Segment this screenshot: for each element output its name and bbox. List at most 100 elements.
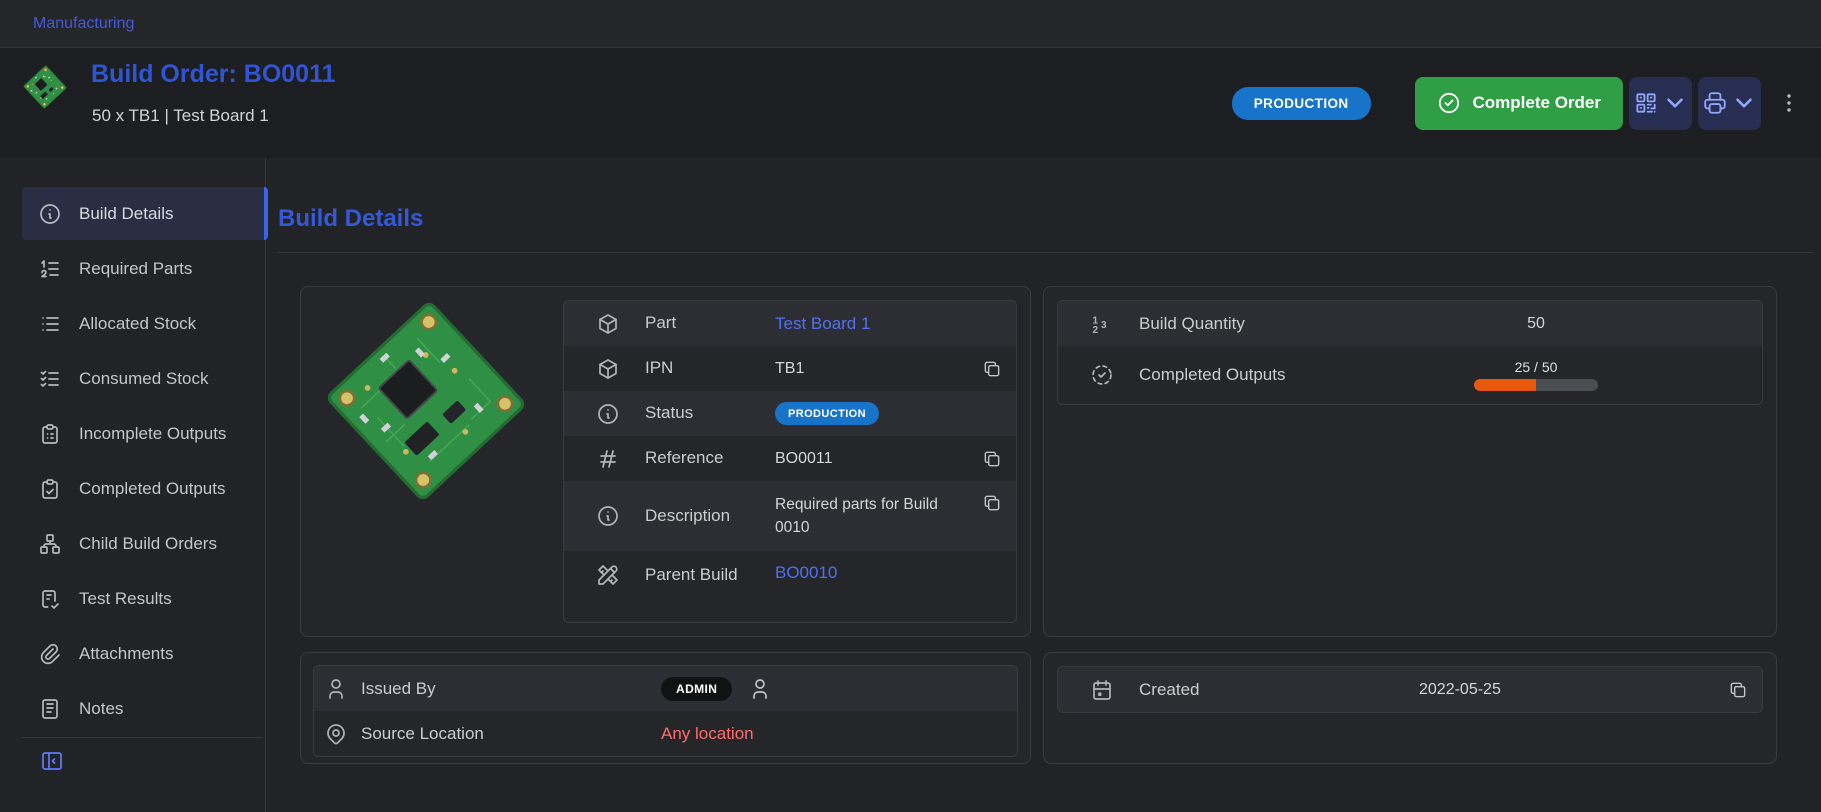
build-quantity-card: Build Quantity 50 Completed Outputs 25 /… — [1043, 286, 1777, 637]
copy-button[interactable] — [982, 493, 1002, 513]
sidebar-item-label: Completed Outputs — [79, 479, 225, 499]
detail-row-source-location: Source Location Any location — [314, 711, 1017, 756]
detail-row-ipn: IPN TB1 — [564, 346, 1016, 391]
sidebar-item-completed-outputs[interactable]: Completed Outputs — [22, 462, 268, 515]
main-panel: Build Details Part Test Board 1 — [266, 158, 1821, 812]
detail-label: Reference — [645, 446, 745, 471]
header-actions: PRODUCTION Complete Order — [1232, 48, 1801, 158]
progress-bar — [1474, 379, 1598, 391]
chevron-down-icon — [1731, 90, 1757, 116]
file-check-icon — [38, 587, 62, 611]
issued-by-value: ADMIN — [661, 677, 772, 701]
chevron-down-icon — [1662, 90, 1688, 116]
sidebar-item-attachments[interactable]: Attachments — [22, 627, 268, 680]
detail-row-build-quantity: Build Quantity 50 — [1058, 301, 1762, 346]
part-image[interactable] — [301, 287, 550, 636]
map-pin-icon — [324, 722, 348, 746]
issued-by-badge: ADMIN — [661, 677, 732, 701]
detail-label: Source Location — [361, 724, 601, 744]
detail-label: IPN — [645, 356, 745, 381]
sidebar-item-label: Build Details — [79, 204, 174, 224]
copy-icon — [982, 493, 1002, 513]
sidebar-divider — [22, 737, 263, 738]
complete-order-label: Complete Order — [1473, 93, 1601, 113]
detail-label: Part — [645, 311, 745, 336]
sidebar-item-consumed-stock[interactable]: Consumed Stock — [22, 352, 268, 405]
created-date-value: 2022-05-25 — [1419, 681, 1501, 699]
ipn-value: TB1 — [775, 360, 804, 378]
part-thumbnail[interactable] — [21, 63, 69, 111]
sidebar-item-allocated-stock[interactable]: Allocated Stock — [22, 297, 268, 350]
dots-vertical-icon — [1777, 91, 1801, 115]
list-numbers-icon — [38, 257, 62, 281]
clipboard-list-icon — [38, 422, 62, 446]
qr-code-icon — [1633, 90, 1659, 116]
sidebar-item-build-details[interactable]: Build Details — [22, 187, 268, 240]
copy-icon — [982, 359, 1002, 379]
print-actions-button[interactable] — [1698, 77, 1761, 130]
sidebar-item-incomplete-outputs[interactable]: Incomplete Outputs — [22, 407, 268, 460]
sidebar-item-label: Notes — [79, 699, 123, 719]
copy-icon — [1728, 680, 1748, 700]
sidebar-item-notes[interactable]: Notes — [22, 682, 268, 735]
circle-check-icon — [1437, 91, 1461, 115]
sidebar-item-required-parts[interactable]: Required Parts — [22, 242, 268, 295]
detail-row-reference: Reference BO0011 — [564, 436, 1016, 481]
sitemap-icon — [38, 532, 62, 556]
sidebar: Build Details Required Parts Allocated S… — [0, 158, 266, 812]
info-circle-icon — [596, 504, 620, 528]
detail-label: Parent Build — [645, 563, 745, 588]
part-link[interactable]: Test Board 1 — [775, 314, 870, 334]
part-details-table: Part Test Board 1 IPN TB1 Status — [563, 300, 1017, 623]
sidebar-item-label: Consumed Stock — [79, 369, 208, 389]
detail-row-status: Status PRODUCTION — [564, 391, 1016, 436]
detail-label: Issued By — [361, 679, 601, 699]
tools-icon — [596, 563, 620, 587]
sidebar-item-label: Incomplete Outputs — [79, 424, 226, 444]
copy-button[interactable] — [1728, 680, 1748, 700]
box-icon — [596, 312, 620, 336]
parent-build-link[interactable]: BO0010 — [775, 563, 837, 583]
hash-icon — [596, 447, 620, 471]
build-order-page: Manufacturing Build Order: BO0011 50 x T… — [0, 0, 1821, 812]
page-subtitle: 50 x TB1 | Test Board 1 — [92, 106, 269, 126]
sidebar-item-label: Child Build Orders — [79, 534, 217, 554]
detail-row-created: Created 2022-05-25 — [1058, 667, 1762, 712]
sidebar-item-label: Attachments — [79, 644, 174, 664]
order-status-badge: PRODUCTION — [1232, 87, 1371, 120]
issued-table: Issued By ADMIN Source Location Any loca… — [313, 665, 1018, 757]
info-circle-icon — [596, 402, 620, 426]
breadcrumb-manufacturing-link[interactable]: Manufacturing — [33, 15, 134, 33]
detail-row-description: Description Required parts for Build 001… — [564, 481, 1016, 551]
build-details-card: Part Test Board 1 IPN TB1 Status — [300, 286, 1031, 637]
created-table: Created 2022-05-25 — [1057, 666, 1763, 713]
complete-order-button[interactable]: Complete Order — [1415, 77, 1623, 130]
build-quantity-value: 50 — [1474, 315, 1598, 333]
more-actions-button[interactable] — [1777, 91, 1801, 115]
sidebar-item-test-results[interactable]: Test Results — [22, 572, 268, 625]
detail-row-part: Part Test Board 1 — [564, 301, 1016, 346]
paperclip-icon — [38, 642, 62, 666]
copy-button[interactable] — [982, 449, 1002, 469]
barcode-actions-button[interactable] — [1629, 77, 1692, 130]
copy-button[interactable] — [982, 359, 1002, 379]
detail-label: Completed Outputs — [1139, 365, 1379, 385]
created-card: Created 2022-05-25 — [1043, 652, 1777, 764]
reference-value: BO0011 — [775, 450, 833, 468]
user-icon — [748, 677, 772, 701]
clipboard-check-icon — [38, 477, 62, 501]
collapse-sidebar-button[interactable] — [40, 749, 64, 773]
sidebar-item-label: Allocated Stock — [79, 314, 196, 334]
detail-label: Created — [1139, 680, 1379, 700]
copy-icon — [982, 449, 1002, 469]
detail-label: Status — [645, 401, 745, 426]
sidebar-item-child-build-orders[interactable]: Child Build Orders — [22, 517, 268, 570]
status-badge: PRODUCTION — [775, 402, 879, 425]
sidebar-item-label: Test Results — [79, 589, 172, 609]
pcb-image-small — [21, 63, 69, 111]
info-circle-icon — [38, 202, 62, 226]
page-header: Build Order: BO0011 50 x TB1 | Test Boar… — [0, 48, 1821, 158]
box-icon — [596, 357, 620, 381]
list-icon — [38, 312, 62, 336]
list-check-icon — [38, 367, 62, 391]
